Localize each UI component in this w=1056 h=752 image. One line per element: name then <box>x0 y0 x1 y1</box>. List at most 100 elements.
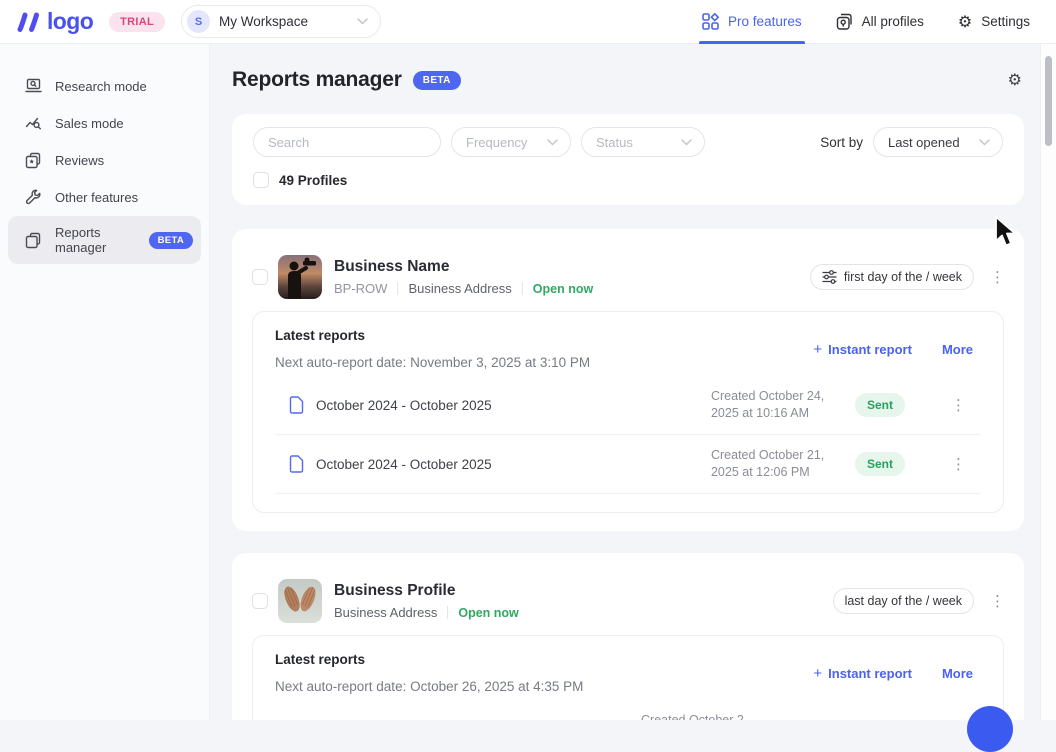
latest-reports-panel: Latest reports Next auto-report date: Oc… <box>252 635 1004 720</box>
nav-settings[interactable]: ⚙ Settings <box>958 0 1030 44</box>
topbar: logo TRIAL S My Workspace Pro features <box>0 0 1056 44</box>
status-select[interactable]: Status <box>581 127 705 157</box>
laptop-search-icon <box>24 77 42 95</box>
sort-by-label: Sort by <box>820 135 863 150</box>
reports-icon <box>24 231 42 249</box>
reviews-icon <box>24 151 42 169</box>
business-checkbox[interactable] <box>252 269 268 285</box>
divider <box>397 282 398 295</box>
schedule-badge[interactable]: last day of the / week <box>833 588 974 614</box>
sidebar-item-label: Reports manager <box>55 225 134 255</box>
nav-settings-label: Settings <box>981 14 1030 29</box>
sidebar-item-research-mode[interactable]: Research mode <box>8 68 201 104</box>
divider <box>522 282 523 295</box>
open-status: Open now <box>458 606 518 620</box>
report-title: October 2024 - October 2025 <box>316 398 492 413</box>
page-settings-gear-icon[interactable]: ⚙ <box>1008 70 1022 89</box>
topbar-nav: Pro features All profiles ⚙ Settings <box>702 0 1030 44</box>
scrollbar-thumb[interactable] <box>1045 56 1052 146</box>
document-icon <box>289 396 304 414</box>
latest-reports-title: Latest reports <box>275 328 590 343</box>
next-report-date: Next auto-report date: November 3, 2025 … <box>275 355 590 370</box>
sort-select[interactable]: Last opened <box>873 127 1003 157</box>
sidebar-item-label: Research mode <box>55 79 147 94</box>
status-select-value: Status <box>596 135 633 150</box>
sidebar-item-other-features[interactable]: Other features <box>8 179 201 215</box>
page-title: Reports manager <box>232 68 402 92</box>
report-row[interactable]: Created October 2 <box>275 700 981 720</box>
workspace-name: My Workspace <box>219 14 348 29</box>
nav-all-profiles[interactable]: All profiles <box>836 0 924 44</box>
chevron-down-icon <box>547 139 558 146</box>
wrench-icon <box>24 188 42 206</box>
chat-fab-button[interactable] <box>967 706 1013 752</box>
business-checkbox[interactable] <box>252 593 268 609</box>
divider <box>447 606 448 619</box>
select-all-checkbox[interactable] <box>253 172 269 188</box>
report-row[interactable]: October 2024 - October 2025 Created Octo… <box>275 435 981 494</box>
sidebar-item-reviews[interactable]: Reviews <box>8 142 201 178</box>
trial-badge: TRIAL <box>109 12 165 32</box>
schedule-badge-label: first day of the / week <box>844 270 962 284</box>
latest-reports-panel: Latest reports Next auto-report date: No… <box>252 311 1004 513</box>
sidebar-item-label: Other features <box>55 190 138 205</box>
business-photo <box>278 579 322 623</box>
logo[interactable]: logo <box>14 8 93 35</box>
sidebar-item-label: Reviews <box>55 153 104 168</box>
profiles-count: 49 Profiles <box>279 173 347 188</box>
logo-text: logo <box>47 8 93 35</box>
plus-icon: + <box>813 665 822 682</box>
sidebar: Research mode Sales mode Reviews Ot <box>0 44 210 720</box>
business-name: Business Name <box>334 258 593 276</box>
sliders-icon <box>822 270 837 284</box>
report-created: Created October 24, 2025 at 10:16 AM <box>711 388 837 422</box>
latest-reports-title: Latest reports <box>275 652 583 667</box>
business-address: Business Address <box>334 605 437 620</box>
report-created: Created October 2 <box>641 712 767 720</box>
frequency-select-value: Frequency <box>466 135 527 150</box>
business-address: Business Address <box>408 281 511 296</box>
nav-all-profiles-label: All profiles <box>862 14 924 29</box>
business-code: BP-ROW <box>334 281 387 296</box>
kebab-menu-icon[interactable]: ⋮ <box>951 396 965 414</box>
chart-search-icon <box>24 114 42 132</box>
grid-icon <box>702 13 719 30</box>
business-card: Business Name BP-ROW Business Address Op… <box>232 229 1024 531</box>
filter-panel: Frequency Status Sort by Last opened 49 … <box>232 114 1024 205</box>
kebab-menu-icon[interactable]: ⋮ <box>951 455 965 473</box>
nav-pro-features[interactable]: Pro features <box>702 0 802 44</box>
sidebar-item-reports-manager[interactable]: Reports manager BETA <box>8 216 201 264</box>
nav-pro-features-label: Pro features <box>728 14 802 29</box>
business-name: Business Profile <box>334 582 519 600</box>
schedule-badge[interactable]: first day of the / week <box>810 264 974 290</box>
more-button[interactable]: More <box>942 666 973 681</box>
chevron-down-icon <box>681 139 692 146</box>
workspace-avatar: S <box>187 10 210 33</box>
instant-report-button[interactable]: +Instant report <box>813 665 912 682</box>
business-photo <box>278 255 322 299</box>
schedule-badge-label: last day of the / week <box>845 594 962 608</box>
main-area: Reports manager BETA ⚙ Frequency Status … <box>210 44 1056 720</box>
report-status-badge: Sent <box>855 393 905 417</box>
scrollbar-track <box>1040 44 1056 720</box>
report-created: Created October 21, 2025 at 12:06 PM <box>711 447 837 481</box>
kebab-menu-icon[interactable]: ⋮ <box>990 268 1004 286</box>
instant-report-button[interactable]: +Instant report <box>813 341 912 358</box>
chevron-down-icon <box>979 139 990 146</box>
chevron-down-icon <box>357 18 368 25</box>
search-input[interactable] <box>253 127 441 157</box>
report-status-badge: Sent <box>855 452 905 476</box>
report-row[interactable]: October 2024 - October 2025 Created Octo… <box>275 376 981 435</box>
sidebar-item-label: Sales mode <box>55 116 124 131</box>
beta-badge: BETA <box>149 232 193 249</box>
frequency-select[interactable]: Frequency <box>451 127 571 157</box>
document-icon <box>289 455 304 473</box>
workspace-selector[interactable]: S My Workspace <box>181 5 381 38</box>
kebab-menu-icon[interactable]: ⋮ <box>990 592 1004 610</box>
sidebar-item-sales-mode[interactable]: Sales mode <box>8 105 201 141</box>
business-card: Business Profile Business Address Open n… <box>232 553 1024 720</box>
sort-select-value: Last opened <box>888 135 960 150</box>
gear-icon: ⚙ <box>958 14 972 30</box>
more-button[interactable]: More <box>942 342 973 357</box>
logo-icon <box>14 11 40 33</box>
